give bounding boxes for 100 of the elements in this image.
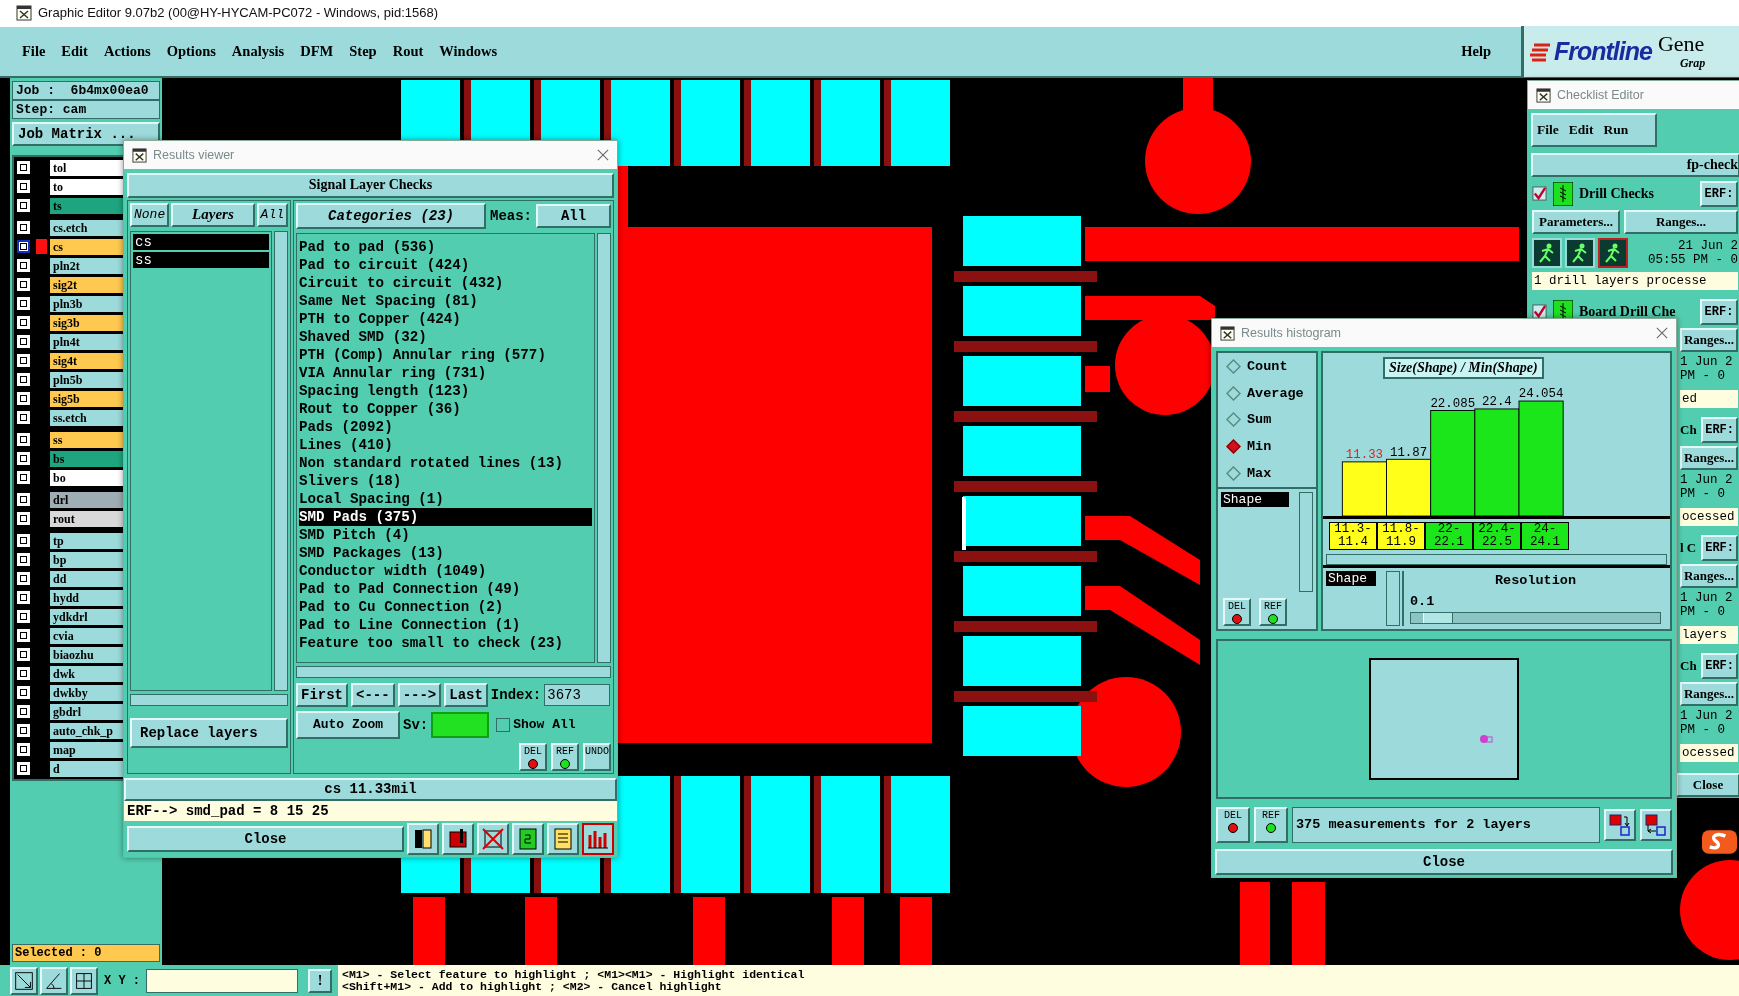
category-item[interactable]: Feature too small to check (23) bbox=[299, 633, 592, 652]
radio-button[interactable] bbox=[1226, 412, 1241, 428]
checkbox[interactable] bbox=[1532, 304, 1547, 320]
ranges-button[interactable]: Ranges... bbox=[1680, 681, 1738, 706]
layer-filter-button[interactable]: Layers bbox=[171, 202, 255, 227]
stop-icon[interactable] bbox=[442, 823, 474, 855]
menu-item[interactable]: Windows bbox=[439, 43, 498, 60]
parameters-button[interactable]: Parameters... bbox=[1532, 209, 1620, 234]
layer-name[interactable]: bs bbox=[50, 450, 123, 467]
layer-name[interactable]: cvia bbox=[50, 627, 123, 644]
mode-label[interactable]: Sum bbox=[1247, 412, 1272, 428]
layer-name[interactable]: drl bbox=[50, 491, 123, 508]
attribute-item[interactable]: Shape bbox=[1326, 571, 1376, 586]
close-icon[interactable] bbox=[1656, 327, 1668, 339]
menu-item[interactable]: DFM bbox=[300, 43, 334, 60]
category-item[interactable]: PTH to Copper (424) bbox=[299, 309, 592, 328]
category-item[interactable]: Pad to circuit (424) bbox=[299, 255, 592, 274]
layer-name[interactable]: tp bbox=[50, 532, 123, 549]
layer-name[interactable]: rout bbox=[50, 510, 123, 527]
category-item[interactable]: Lines (410) bbox=[299, 435, 592, 454]
menu-item[interactable]: Options bbox=[166, 43, 216, 60]
menu-item[interactable]: File bbox=[1537, 121, 1559, 138]
refresh-button[interactable]: REF bbox=[1259, 598, 1287, 627]
measure-icon[interactable] bbox=[40, 966, 68, 995]
layer-name[interactable]: dd bbox=[50, 570, 123, 587]
layer-checkbox[interactable] bbox=[17, 240, 30, 253]
import-icon[interactable] bbox=[1640, 809, 1672, 842]
layer-name[interactable]: pln2t bbox=[50, 257, 123, 274]
layer-name[interactable]: sig3b bbox=[50, 314, 123, 331]
category-item[interactable]: SMD Pitch (4) bbox=[299, 525, 592, 544]
close-button[interactable]: Close bbox=[1215, 849, 1673, 875]
histogram-bar[interactable] bbox=[1386, 458, 1432, 517]
refresh-button[interactable]: REF bbox=[551, 742, 579, 771]
resolution-slider[interactable] bbox=[1410, 612, 1661, 624]
category-item[interactable]: Same Net Spacing (81) bbox=[299, 291, 592, 310]
ranges-button[interactable]: Ranges... bbox=[1680, 327, 1738, 352]
layer-name[interactable]: ydkdrl bbox=[50, 608, 123, 625]
alert-button[interactable]: ! bbox=[308, 968, 332, 993]
menu-item[interactable]: Edit bbox=[61, 43, 88, 60]
help-menu[interactable]: Help bbox=[1461, 43, 1491, 60]
undo-button[interactable]: UNDO bbox=[583, 742, 611, 771]
layer-name[interactable]: biaozhu bbox=[50, 646, 123, 663]
histogram-bar[interactable] bbox=[1518, 400, 1564, 517]
layer-name[interactable]: tol bbox=[50, 159, 123, 176]
menu-item[interactable]: File bbox=[22, 43, 46, 60]
histogram-bar[interactable] bbox=[1341, 461, 1387, 517]
zoom-fit-icon[interactable] bbox=[10, 966, 38, 995]
page-icon[interactable] bbox=[512, 823, 544, 855]
delete-button[interactable]: DEL bbox=[1223, 598, 1251, 627]
category-item[interactable]: Shaved SMD (32) bbox=[299, 327, 592, 346]
close-button[interactable]: Close bbox=[1676, 773, 1739, 797]
histogram-bar[interactable] bbox=[1474, 408, 1520, 517]
erf-button[interactable]: ERF: bbox=[1700, 298, 1738, 325]
category-item[interactable]: Pad to Cu Connection (2) bbox=[299, 597, 592, 616]
replace-layers-dropdown[interactable]: Replace layers bbox=[130, 717, 288, 748]
category-item[interactable]: Circuit to circuit (432) bbox=[299, 273, 592, 292]
shape-item[interactable]: Shape bbox=[1221, 492, 1289, 507]
erf-button[interactable]: ERF: bbox=[1701, 416, 1738, 443]
layer-item[interactable]: cs bbox=[133, 233, 269, 250]
radio-button[interactable] bbox=[1226, 385, 1241, 401]
index-field[interactable]: 3673 bbox=[544, 683, 611, 706]
scrollbar[interactable] bbox=[274, 230, 288, 691]
layer-name[interactable]: sig2t bbox=[50, 276, 123, 293]
notes-icon[interactable] bbox=[547, 823, 579, 855]
layer-name[interactable]: dwkby bbox=[50, 684, 123, 701]
menu-item[interactable]: Run bbox=[1603, 121, 1629, 138]
cross-icon[interactable] bbox=[477, 823, 509, 855]
radio-button[interactable] bbox=[1226, 439, 1241, 455]
refresh-button[interactable]: REF bbox=[1254, 807, 1288, 844]
meas-dropdown[interactable]: All bbox=[536, 203, 611, 228]
layer-name[interactable]: bo bbox=[50, 469, 123, 486]
category-item[interactable]: SMD Pads (375) bbox=[299, 507, 592, 526]
nav-button[interactable]: <--- bbox=[351, 682, 395, 707]
export-icon[interactable] bbox=[1604, 809, 1636, 842]
layer-name[interactable]: dwk bbox=[50, 665, 123, 682]
close-icon[interactable] bbox=[597, 149, 609, 161]
category-item[interactable]: Conductor width (1049) bbox=[299, 561, 592, 580]
nav-button[interactable]: ---> bbox=[397, 682, 442, 707]
category-item[interactable]: PTH (Comp) Annular ring (577) bbox=[299, 345, 592, 364]
checkbox[interactable] bbox=[1532, 186, 1547, 202]
layer-name[interactable]: bp bbox=[50, 551, 123, 568]
categories-button[interactable]: Categories (23) bbox=[296, 202, 486, 229]
delete-button[interactable]: DEL bbox=[1216, 807, 1250, 844]
nav-button[interactable]: Last bbox=[444, 682, 488, 707]
radio-button[interactable] bbox=[1226, 358, 1241, 374]
scrollbar[interactable] bbox=[1386, 571, 1400, 627]
layer-name[interactable]: pln5b bbox=[50, 371, 123, 388]
histogram-bar[interactable] bbox=[1430, 410, 1476, 517]
layer-name[interactable]: cs.etch bbox=[50, 219, 123, 236]
category-item[interactable]: Local Spacing (1) bbox=[299, 489, 592, 508]
scrollbar[interactable] bbox=[1326, 553, 1667, 565]
category-item[interactable]: Spacing length (123) bbox=[299, 381, 592, 400]
layer-name[interactable]: hydd bbox=[50, 589, 123, 606]
grid-icon[interactable] bbox=[70, 966, 98, 995]
category-item[interactable]: Pad to pad (536) bbox=[299, 237, 592, 256]
menu-item[interactable]: Rout bbox=[392, 43, 424, 60]
mode-label[interactable]: Min bbox=[1247, 439, 1272, 455]
layer-name[interactable]: gbdrl bbox=[50, 703, 123, 720]
bar-chart-icon[interactable] bbox=[582, 823, 614, 855]
layer-item[interactable]: ss bbox=[133, 251, 269, 268]
